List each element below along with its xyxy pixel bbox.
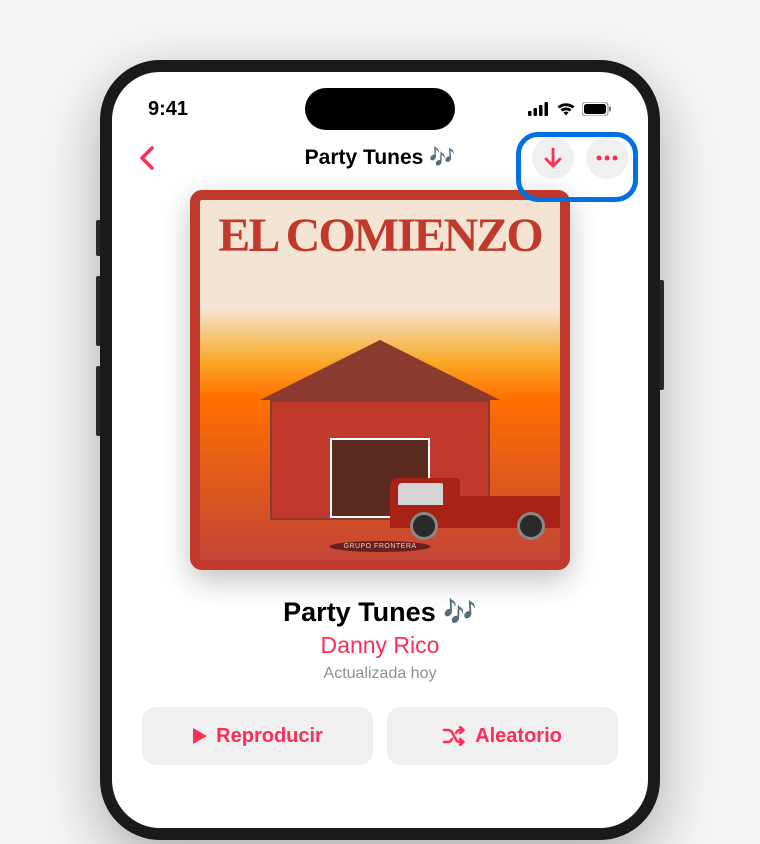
screen: 9:41 xyxy=(112,72,648,828)
action-buttons: Reproducir Aleatorio xyxy=(142,707,618,765)
album-artwork[interactable]: EL COMIENZO GRUPO FRONTERA xyxy=(190,190,570,570)
playlist-artist[interactable]: Danny Rico xyxy=(321,632,440,659)
content: EL COMIENZO GRUPO FRONTERA Party Tunes 🎶… xyxy=(112,188,648,765)
volume-up-button xyxy=(96,276,100,346)
shuffle-label: Aleatorio xyxy=(475,725,562,748)
truck-graphic xyxy=(390,470,570,540)
download-button[interactable] xyxy=(532,137,574,179)
chevron-left-icon xyxy=(139,146,155,170)
download-arrow-icon xyxy=(544,147,562,169)
battery-icon xyxy=(582,102,612,116)
volume-down-button xyxy=(96,366,100,436)
nav-title: Party Tunes 🎶 xyxy=(305,146,456,170)
dynamic-island xyxy=(305,88,455,130)
nav-bar: Party Tunes 🎶 xyxy=(112,128,648,188)
power-button xyxy=(660,280,664,390)
wifi-icon xyxy=(556,102,576,116)
nav-actions xyxy=(532,137,628,179)
more-button[interactable] xyxy=(586,137,628,179)
shuffle-button[interactable]: Aleatorio xyxy=(387,707,618,765)
album-art-title: EL COMIENZO xyxy=(200,208,560,263)
ellipsis-icon xyxy=(596,155,618,161)
play-button[interactable]: Reproducir xyxy=(142,707,373,765)
status-icons xyxy=(528,102,612,116)
phone-frame: 9:41 xyxy=(100,60,660,840)
play-label: Reproducir xyxy=(216,725,323,748)
play-icon xyxy=(192,727,208,745)
album-art-artist: GRUPO FRONTERA xyxy=(329,541,430,552)
shuffle-icon xyxy=(443,726,467,746)
cellular-icon xyxy=(528,102,550,116)
back-button[interactable] xyxy=(132,143,162,173)
status-time: 9:41 xyxy=(148,98,188,121)
phone-side-buttons xyxy=(96,220,100,456)
playlist-title: Party Tunes 🎶 xyxy=(283,596,477,628)
silence-switch xyxy=(96,220,100,256)
playlist-updated: Actualizada hoy xyxy=(324,665,437,683)
